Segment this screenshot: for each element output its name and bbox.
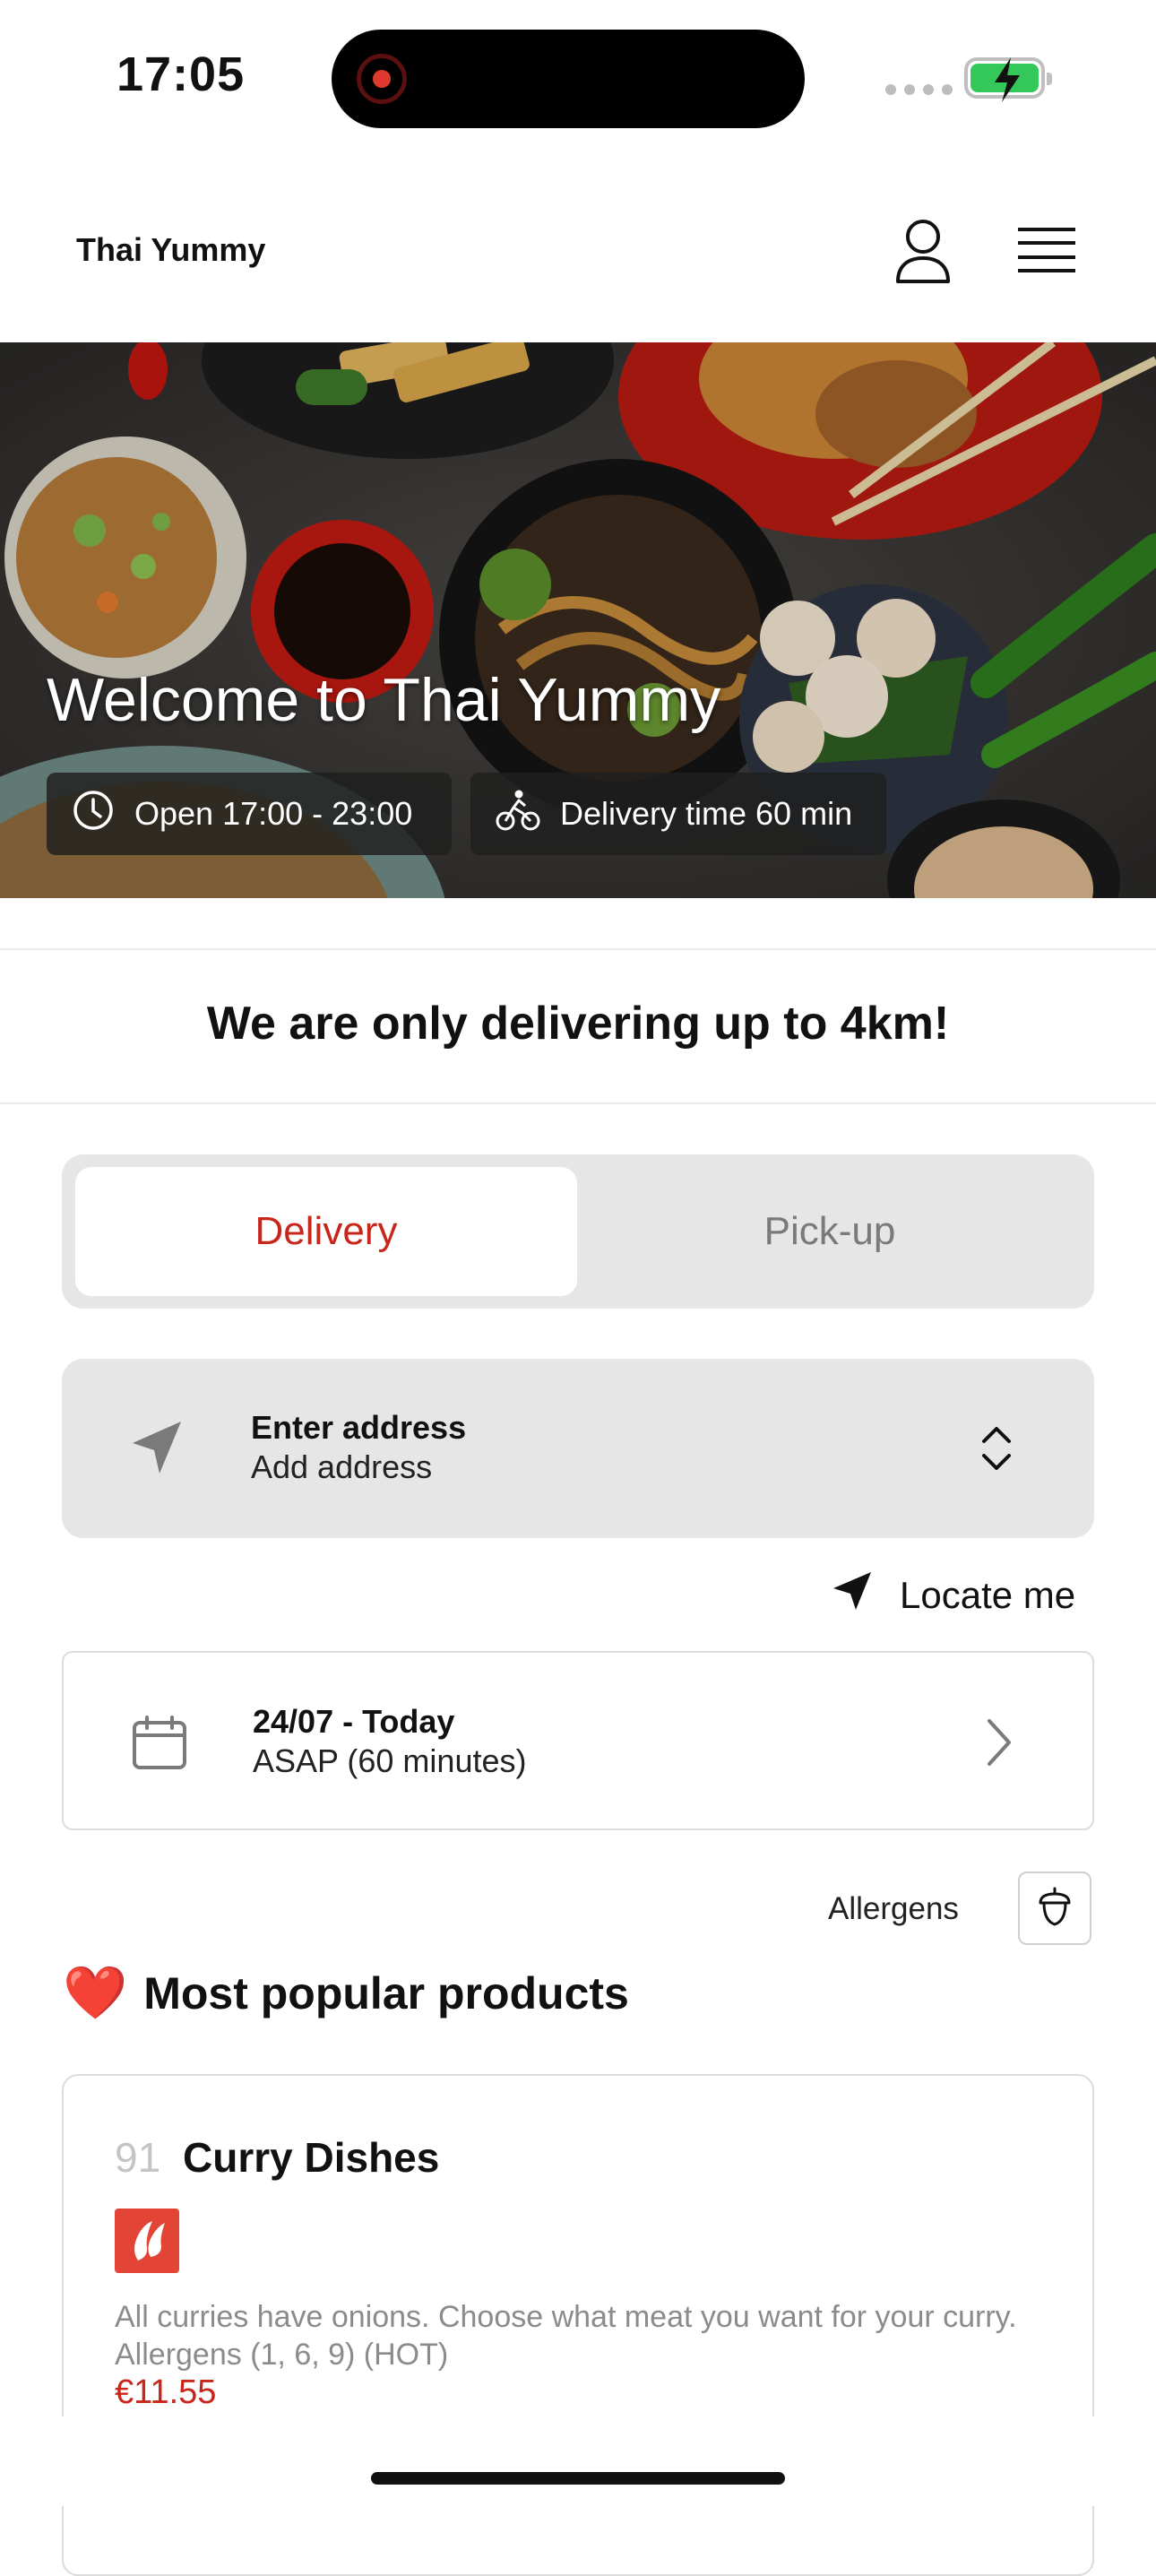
allergens-filter-button[interactable] (1018, 1871, 1091, 1945)
allergens-label: Allergens (828, 1891, 959, 1926)
address-value: Add address (251, 1448, 433, 1485)
address-label: Enter address (251, 1409, 467, 1446)
home-indicator[interactable] (371, 2472, 785, 2485)
hero-title: Welcome to Thai Yummy (47, 666, 721, 734)
chevron-right-icon (984, 1717, 1014, 1772)
delivery-time-chip: Delivery time 60 min (470, 773, 886, 855)
navigation-arrow-icon (131, 1420, 183, 1480)
product-price: €11.55 (115, 2373, 217, 2411)
menu-icon[interactable] (1016, 226, 1077, 281)
delivery-tab[interactable]: Delivery (75, 1167, 577, 1296)
opening-hours-chip: Open 17:00 - 23:00 (47, 773, 452, 855)
product-name: Curry Dishes (183, 2134, 440, 2181)
bottom-safe-area (0, 2416, 1156, 2506)
schedule-selector[interactable] (62, 1651, 1094, 1830)
status-time: 17:05 (116, 48, 246, 101)
bicycle-icon (496, 788, 540, 841)
product-number: 91 (115, 2134, 161, 2181)
opening-hours-text: Open 17:00 - 23:00 (134, 795, 413, 832)
product-description: All curries have onions. Choose what mea… (115, 2300, 1017, 2372)
calendar-icon (131, 1714, 188, 1776)
delivery-notice: We are only delivering up to 4km! (206, 998, 950, 1050)
acorn-icon (1037, 1887, 1073, 1931)
clock-icon (72, 789, 115, 840)
divider (0, 948, 1156, 950)
popular-heading: ❤️ Most popular products (63, 1967, 629, 2019)
schedule-date: 24/07 - Today (253, 1703, 455, 1740)
pickup-tab[interactable]: Pick-up (579, 1167, 1081, 1296)
address-selector[interactable] (62, 1359, 1094, 1538)
locate-me-button[interactable]: Locate me (832, 1570, 1075, 1621)
schedule-time: ASAP (60 minutes) (253, 1742, 527, 1779)
delivery-time-text: Delivery time 60 min (560, 795, 853, 832)
recording-icon (357, 54, 407, 104)
signal-icon (885, 84, 953, 95)
user-icon[interactable] (893, 219, 953, 291)
chevron-up-down-icon (979, 1422, 1014, 1480)
chili-icon (115, 2209, 179, 2273)
brand-name[interactable]: Thai Yummy (76, 231, 265, 269)
battery-icon (964, 57, 1052, 102)
locate-me-label: Locate me (900, 1574, 1076, 1616)
location-arrow-icon (832, 1570, 873, 1621)
divider (0, 1102, 1156, 1104)
popular-title: Most popular products (143, 1968, 629, 2018)
heart-icon: ❤️ (63, 1964, 128, 2022)
